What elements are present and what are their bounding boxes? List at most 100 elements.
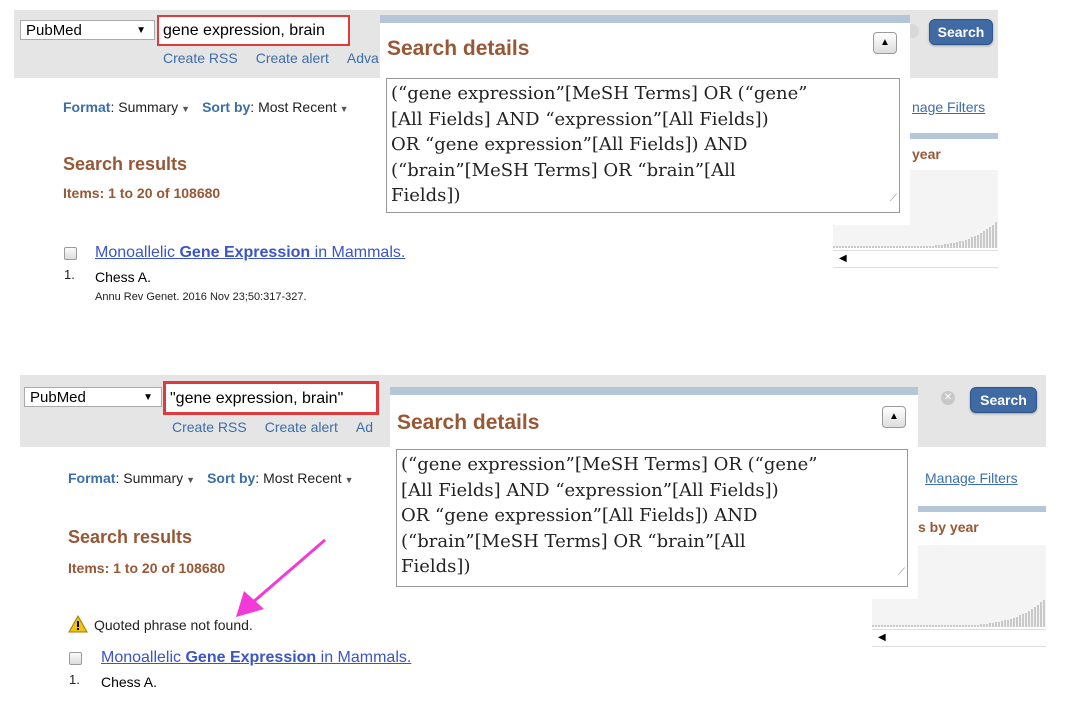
histogram-bar [926, 625, 928, 627]
create-alert-link[interactable]: Create alert [256, 50, 329, 66]
histogram-scrollbar[interactable]: ◀ [872, 629, 1046, 647]
histogram-bar [926, 246, 928, 248]
query-line: Fields]) [401, 556, 471, 577]
sort-value[interactable]: Most Recent [263, 470, 342, 486]
database-select[interactable]: PubMed ▼ [20, 20, 155, 40]
article-title-link[interactable]: Monoallelic Gene Expression in Mammals. [95, 244, 405, 262]
histogram-bar [1007, 619, 1009, 627]
histogram-bar [938, 625, 940, 627]
histogram-bar [971, 625, 973, 627]
histogram-bar [923, 625, 925, 627]
chevron-down-icon: ▼ [186, 475, 196, 485]
search-input[interactable]: gene expression, brain [157, 15, 350, 46]
histogram-bar [920, 625, 922, 627]
histogram-bar [947, 243, 949, 248]
manage-filters-link[interactable]: nage Filters [912, 99, 985, 115]
histogram-bar [989, 623, 991, 627]
search-input[interactable]: "gene expression, brain" [163, 381, 379, 415]
histogram-bar [857, 246, 859, 248]
histogram-bar [833, 246, 835, 248]
histogram-bar [947, 625, 949, 627]
search-results-heading: Search results [68, 527, 193, 547]
article-title-link[interactable]: Monoallelic Gene Expression in Mammals. [101, 649, 411, 667]
chevron-down-icon: ▼ [344, 475, 354, 485]
scroll-left-icon[interactable]: ◀ [878, 632, 886, 643]
histogram-bar [974, 236, 976, 248]
sort-label: Sort by [202, 99, 251, 115]
histogram-bar [905, 625, 907, 627]
histogram-bar [959, 241, 961, 248]
histogram-bar [836, 246, 838, 248]
query-line: OR “gene expression”[All Fields]) AND [401, 505, 758, 526]
histogram-bar [974, 624, 976, 627]
histogram-bar [911, 246, 913, 248]
scroll-left-icon[interactable]: ◀ [839, 253, 847, 264]
resize-grip-icon[interactable]: ⟋ [898, 560, 905, 586]
histogram-bar [932, 625, 934, 627]
article-title-post: in Mammals. [310, 244, 406, 261]
histogram-scrollbar[interactable]: ◀ [833, 250, 998, 268]
histogram-bar [914, 246, 916, 248]
search-links: Create RSS Create alert Adva [163, 50, 397, 66]
histogram-bar [977, 624, 979, 627]
histogram-bar [893, 625, 895, 627]
histogram-bar [965, 239, 967, 248]
histogram-bar [884, 246, 886, 248]
create-rss-link[interactable]: Create RSS [172, 419, 247, 435]
histogram-bar [899, 246, 901, 248]
histogram-bar [965, 625, 967, 627]
histogram-bar [875, 246, 877, 248]
histogram-bar [1034, 607, 1036, 627]
create-alert-link[interactable]: Create alert [265, 419, 338, 435]
histogram-bar [989, 227, 991, 248]
histogram-bar [929, 245, 931, 248]
collapse-icon[interactable]: ▲ [882, 406, 906, 428]
format-value[interactable]: Summary [118, 99, 178, 115]
histogram-bar [845, 246, 847, 248]
histogram-bar [863, 246, 865, 248]
histogram-bar [944, 244, 946, 248]
histogram-bar [959, 625, 961, 627]
chevron-down-icon: ▼ [339, 104, 349, 114]
clear-search-icon[interactable]: ✕ [941, 391, 955, 405]
search-links: Create RSS Create alert Ad [172, 419, 391, 435]
query-line: Fields]) [391, 185, 461, 206]
advanced-link[interactable]: Ad [356, 419, 373, 435]
histogram-bar [977, 234, 979, 248]
histogram-bar [962, 240, 964, 248]
histogram-bar [956, 625, 958, 627]
resize-grip-icon[interactable]: ⟋ [890, 186, 897, 212]
histogram-bar [884, 625, 886, 627]
items-count: Items: 1 to 20 of 108680 [63, 185, 221, 201]
histogram-bar [938, 245, 940, 248]
search-button[interactable]: Search [929, 19, 993, 45]
histogram-bar [1037, 604, 1039, 627]
article-journal: Annu Rev Genet. 2016 Nov 23;50:317-327. [95, 291, 307, 303]
histogram-bar [935, 625, 937, 627]
histogram-bar [971, 237, 973, 248]
search-details-query-box[interactable]: (“gene expression”[MeSH Terms] OR (“gene… [386, 78, 900, 213]
query-line: (“gene expression”[MeSH Terms] OR (“gene… [391, 83, 808, 104]
results-by-year-heading: year [912, 146, 941, 162]
advanced-link[interactable]: Adva [347, 50, 379, 66]
search-button[interactable]: Search [970, 387, 1037, 413]
collapse-icon[interactable]: ▲ [873, 32, 897, 54]
manage-filters-link[interactable]: Manage Filters [925, 470, 1018, 486]
article-title-bold: Gene Expression [185, 649, 317, 666]
article-checkbox[interactable] [64, 247, 77, 260]
histogram-bar [956, 242, 958, 248]
histogram-bar [905, 246, 907, 248]
create-rss-link[interactable]: Create RSS [163, 50, 238, 66]
results-by-year-heading: s by year [918, 519, 979, 535]
search-details-query-box[interactable]: (“gene expression”[MeSH Terms] OR (“gene… [396, 449, 908, 587]
sort-value[interactable]: Most Recent [258, 99, 337, 115]
histogram-bar [860, 246, 862, 248]
database-select[interactable]: PubMed ▼ [24, 387, 162, 407]
histogram-bar [902, 625, 904, 627]
histogram-bar [839, 246, 841, 248]
histogram-bar [917, 625, 919, 627]
chevron-down-icon: ▼ [181, 104, 191, 114]
article-checkbox[interactable] [69, 652, 82, 665]
histogram-bar [992, 224, 994, 248]
format-value[interactable]: Summary [123, 470, 183, 486]
